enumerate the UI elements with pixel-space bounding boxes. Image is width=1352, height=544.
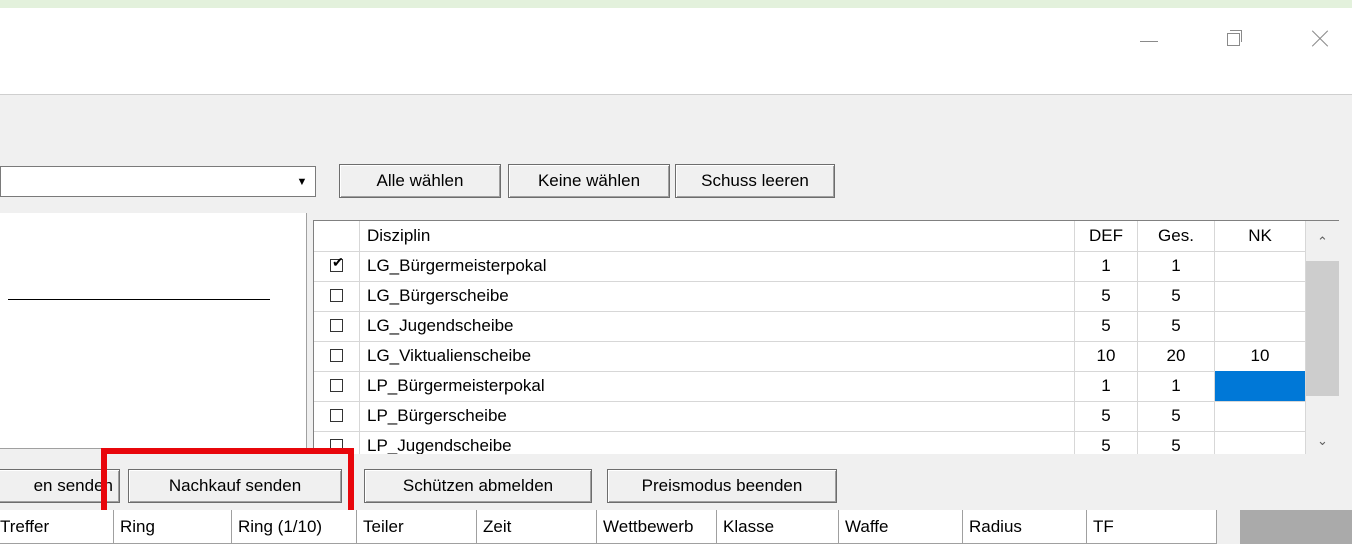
def-cell: 1	[1075, 371, 1138, 401]
nk-cell[interactable]	[1215, 311, 1306, 341]
discipline-cell: LG_Bürgerscheibe	[360, 281, 1075, 311]
def-cell: 1	[1075, 251, 1138, 281]
title-bar	[0, 8, 1352, 95]
close-icon[interactable]	[1300, 24, 1340, 54]
ges-cell: 5	[1138, 311, 1215, 341]
results-column-header[interactable]: Waffe	[839, 510, 963, 544]
checkmark-icon: ✔	[332, 254, 344, 270]
nk-cell[interactable]: 10	[1215, 341, 1306, 371]
checkbox[interactable]	[330, 379, 343, 392]
row-checkbox-cell[interactable]	[314, 431, 360, 454]
row-checkbox-cell[interactable]: ✔	[314, 251, 360, 281]
def-cell: 5	[1075, 401, 1138, 431]
grid-row[interactable]: LP_Bürgermeisterpokal 1 1	[314, 371, 1306, 402]
application-window: ▼ Alle wählen Keine wählen Schuss leeren…	[0, 8, 1352, 544]
def-cell: 10	[1075, 341, 1138, 371]
nk-cell[interactable]	[1215, 281, 1306, 311]
grid-row[interactable]: LP_Bürgerscheibe 5 5	[314, 401, 1306, 432]
selection-combobox[interactable]: ▼	[0, 166, 316, 197]
header-filler	[1240, 510, 1352, 544]
checkbox[interactable]	[330, 349, 343, 362]
discipline-cell: LP_Bürgermeisterpokal	[360, 371, 1075, 401]
nk-cell[interactable]	[1215, 431, 1306, 454]
results-column-header[interactable]: Wettbewerb	[597, 510, 717, 544]
results-column-header[interactable]: Ring	[114, 510, 232, 544]
send-repurchase-button[interactable]: Nachkauf senden	[128, 469, 342, 503]
grid-row[interactable]: LP_Jugendscheibe 5 5	[314, 431, 1306, 454]
nk-cell[interactable]	[1215, 401, 1306, 431]
results-column-header[interactable]: Ring (1/10)	[232, 510, 357, 544]
scrollbar-thumb[interactable]	[1306, 261, 1339, 396]
discipline-cell: LP_Bürgerscheibe	[360, 401, 1075, 431]
results-column-header[interactable]: Treffer	[0, 510, 114, 544]
logout-shooter-button[interactable]: Schützen abmelden	[364, 469, 592, 503]
nk-cell[interactable]	[1215, 251, 1306, 281]
header-nk[interactable]: NK	[1215, 221, 1306, 251]
results-column-header[interactable]: TF	[1087, 510, 1217, 544]
row-checkbox-cell[interactable]	[314, 281, 360, 311]
clear-shot-button[interactable]: Schuss leeren	[675, 164, 835, 198]
discipline-cell: LG_Jugendscheibe	[360, 311, 1075, 341]
results-column-header[interactable]: Teiler	[357, 510, 477, 544]
ges-cell: 20	[1138, 341, 1215, 371]
discipline-grid[interactable]: Disziplin DEF Ges. NK ✔ LG_Bürgermeisterp…	[313, 220, 1339, 454]
checkbox[interactable]	[330, 289, 343, 302]
grid-header-row: Disziplin DEF Ges. NK	[314, 221, 1306, 252]
shooter-list-panel[interactable]	[0, 213, 307, 449]
checkbox[interactable]: ✔	[330, 255, 344, 272]
grid-row[interactable]: LG_Bürgerscheibe 5 5	[314, 281, 1306, 312]
scroll-down-icon[interactable]: ⌄	[1306, 426, 1339, 454]
ges-cell: 5	[1138, 281, 1215, 311]
grid-row[interactable]: LG_Viktualienscheibe 10 20 10	[314, 341, 1306, 372]
scroll-up-icon[interactable]: ⌃	[1306, 227, 1339, 257]
dropdown-arrow-icon[interactable]: ▼	[290, 168, 314, 195]
ges-cell: 1	[1138, 371, 1215, 401]
grid-row[interactable]: LG_Jugendscheibe 5 5	[314, 311, 1306, 342]
nk-cell[interactable]	[1215, 371, 1306, 401]
discipline-cell: LP_Jugendscheibe	[360, 431, 1075, 454]
checkbox[interactable]	[330, 409, 343, 422]
results-column-header[interactable]: Zeit	[477, 510, 597, 544]
select-none-button[interactable]: Keine wählen	[508, 164, 670, 198]
header-check	[314, 221, 360, 251]
def-cell: 5	[1075, 281, 1138, 311]
results-header: Treffer Ring Ring (1/10) Teiler Zeit Wettbewe…	[0, 510, 1352, 544]
def-cell: 5	[1075, 431, 1138, 454]
row-checkbox-cell[interactable]	[314, 401, 360, 431]
vertical-scrollbar[interactable]: ⌃ ⌄	[1306, 221, 1339, 454]
results-column-header[interactable]: Radius	[963, 510, 1087, 544]
end-price-mode-button[interactable]: Preismodus beenden	[607, 469, 837, 503]
ges-cell: 5	[1138, 401, 1215, 431]
header-discipline[interactable]: Disziplin	[360, 221, 1075, 251]
minimize-icon[interactable]	[1128, 24, 1168, 54]
def-cell: 5	[1075, 311, 1138, 341]
checkbox[interactable]	[330, 439, 343, 452]
checkbox[interactable]	[330, 319, 343, 332]
discipline-cell: LG_Bürgermeisterpokal	[360, 251, 1075, 281]
row-checkbox-cell[interactable]	[314, 311, 360, 341]
grid-row[interactable]: ✔ LG_Bürgermeisterpokal 1 1	[314, 251, 1306, 282]
header-ges[interactable]: Ges.	[1138, 221, 1215, 251]
header-def[interactable]: DEF	[1075, 221, 1138, 251]
separator-line	[8, 299, 270, 300]
row-checkbox-cell[interactable]	[314, 371, 360, 401]
select-all-button[interactable]: Alle wählen	[339, 164, 501, 198]
results-column-header[interactable]: Klasse	[717, 510, 839, 544]
discipline-cell: LG_Viktualienscheibe	[360, 341, 1075, 371]
row-checkbox-cell[interactable]	[314, 341, 360, 371]
ges-cell: 1	[1138, 251, 1215, 281]
send-button-partial[interactable]: en senden	[0, 469, 120, 503]
maximize-icon[interactable]	[1215, 24, 1255, 54]
ges-cell: 5	[1138, 431, 1215, 454]
